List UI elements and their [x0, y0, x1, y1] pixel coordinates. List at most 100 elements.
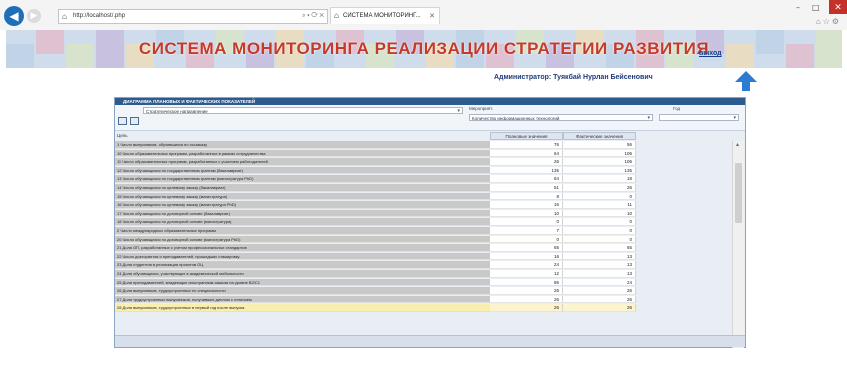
table-row[interactable]: 18 Число обучающихся по договорной основ… [115, 218, 729, 226]
fact-value: 24 [563, 278, 636, 287]
fact-value: 0 [563, 192, 636, 201]
tab-title: СИСТЕМА МОНИТОРИНГ... [343, 13, 421, 19]
table-row[interactable]: 15 Число обучающихся по целевому заказу … [115, 192, 729, 201]
plan-value: 24 [490, 261, 563, 269]
plan-value: 12 [490, 270, 563, 278]
plan-value: 16 [490, 252, 563, 261]
indicator-label: 15 Число обучающихся по целевому заказу … [115, 192, 490, 201]
indicator-label: 11 Число образовательных программ, разра… [115, 158, 490, 166]
home-icon: ⌂ [62, 12, 67, 21]
fact-value: 0 [563, 227, 636, 235]
indicator-label: 17 Число обучающихся по договорной основ… [115, 209, 490, 218]
table-row[interactable]: 24 Доля обучающихся, участвующих в акаде… [115, 270, 729, 278]
chart-panel: ДИАГРАММА ПЛАНОВЫХ И ФАКТИЧЕСКИХ ПОКАЗАТ… [114, 97, 746, 348]
grid-scrollbar[interactable]: ▴ ▾ [732, 141, 744, 348]
plan-value: 10 [490, 209, 563, 218]
table-row[interactable]: 23 Доля студентов в реализации проектов … [115, 261, 729, 269]
gear-icon[interactable]: ⌂☆⚙ [816, 17, 841, 26]
fact-value: 65 [563, 244, 636, 252]
indicator-label: 20 Число обучающихся по договорной основ… [115, 235, 490, 244]
maximize-icon[interactable]: □ [812, 3, 820, 12]
indicators-grid: Цель Плановые значения Фактические значе… [115, 132, 745, 349]
indicator-label: 22 Число докторантов и преподавателей, п… [115, 252, 490, 261]
indicator-label: 26 Доля выпускников, трудоустроенных по … [115, 287, 490, 295]
fact-value: 26 [563, 287, 636, 295]
plan-value: 26 [490, 287, 563, 295]
table-row[interactable]: 11 Число образовательных программ, разра… [115, 158, 729, 166]
filter-toolbar: Стратегическое направление ▾ Мероприят. К… [115, 105, 745, 131]
plan-value: 76 [490, 141, 563, 149]
site-banner: СИСТЕМА МОНИТОРИНГА РЕАЛИЗАЦИИ СТРАТЕГИИ… [6, 30, 842, 68]
search-icon[interactable]: ⌕ ▾ ⟳ ✕ [302, 13, 324, 20]
fact-value: 13 [563, 252, 636, 261]
minimize-icon[interactable]: – [796, 3, 800, 12]
table-row[interactable]: 17 Число обучающихся по договорной основ… [115, 209, 729, 218]
table-row[interactable]: 13 Число обучающихся по государственным … [115, 175, 729, 183]
browser-toolbar: ◀ ▶ ⌂ http://localhost/.php ⌕ ▾ ⟳ ✕ ⌂ СИ… [0, 0, 847, 30]
plan-value: 64 [490, 175, 563, 183]
plan-value: 0 [490, 218, 563, 226]
indicator-label: 16 Число обучающихся по целевому заказу … [115, 201, 490, 209]
exit-link[interactable]: выход [699, 50, 722, 57]
plan-value: 86 [490, 278, 563, 287]
table-row[interactable]: 25 Доля преподавателей, владеющих иностр… [115, 278, 729, 287]
table-row[interactable]: 12 Число обучающихся по государственным … [115, 166, 729, 175]
export-icon[interactable] [130, 117, 139, 125]
plan-column-header[interactable]: Плановые значения [490, 132, 563, 140]
indicator-label: 18 Число обучающихся по договорной основ… [115, 218, 490, 226]
fact-column-header[interactable]: Фактические значения [563, 132, 636, 140]
back-arrow-icon[interactable]: ◀ [4, 6, 24, 26]
indicator-label: 10 Число образовательных программ, разра… [115, 149, 490, 158]
admin-user-label: Администратор: Туякбай Нурлан Бейсенович [494, 74, 653, 81]
window-close-icon[interactable]: ✕ [829, 0, 847, 14]
event-select[interactable]: Количество информационных технологий ▾ [469, 114, 653, 121]
table-row[interactable]: 2 Число международных образовательных пр… [115, 227, 729, 235]
plan-value: 8 [490, 192, 563, 201]
indicator-label: 25 Доля преподавателей, владеющих иностр… [115, 278, 490, 287]
table-row[interactable]: 28 Доля выпускников, трудоустроенных в п… [115, 304, 729, 312]
table-row[interactable]: 21 Доля ОП, разработанных с учетом профе… [115, 244, 729, 252]
indicator-label: 13 Число обучающихся по государственным … [115, 175, 490, 183]
table-row[interactable]: 16 Число обучающихся по целевому заказу … [115, 201, 729, 209]
forward-arrow-icon[interactable]: ▶ [27, 9, 41, 23]
table-row[interactable]: 27 Доля трудоустроенных выпускников, пол… [115, 295, 729, 304]
panel-footer [115, 335, 745, 347]
fact-value: 26 [563, 295, 636, 304]
direction-select[interactable]: Стратегическое направление ▾ [143, 107, 463, 114]
table-row[interactable]: 10 Число образовательных программ, разра… [115, 149, 729, 158]
table-row[interactable]: 26 Доля выпускников, трудоустроенных по … [115, 287, 729, 295]
table-row[interactable]: 1 Число выпускников, обучившихся по госз… [115, 141, 729, 149]
edit-icon[interactable] [118, 117, 127, 125]
indicator-label: 12 Число обучающихся по государственным … [115, 166, 490, 175]
scroll-up-icon[interactable]: ▴ [736, 141, 739, 148]
panel-title: ДИАГРАММА ПЛАНОВЫХ И ФАКТИЧЕСКИХ ПОКАЗАТ… [115, 98, 745, 105]
fact-value: 13 [563, 270, 636, 278]
table-row[interactable]: 20 Число обучающихся по договорной основ… [115, 235, 729, 244]
plan-value: 16 [490, 201, 563, 209]
grid-header-label: Цель [117, 133, 128, 138]
address-bar[interactable]: ⌂ http://localhost/.php ⌕ ▾ ⟳ ✕ [58, 9, 328, 24]
fact-value: 0 [563, 218, 636, 226]
fact-value: 26 [563, 184, 636, 192]
plan-value: 51 [490, 184, 563, 192]
fact-value: 0 [563, 235, 636, 244]
event-label: Мероприят. [469, 106, 494, 111]
plan-value: 65 [490, 244, 563, 252]
plan-value: 26 [490, 304, 563, 312]
fact-value: 10 [563, 209, 636, 218]
fact-value: 13 [563, 261, 636, 269]
fact-value: 26 [563, 304, 636, 312]
plan-value: 26 [490, 158, 563, 166]
indicator-label: 23 Доля студентов в реализации проектов … [115, 261, 490, 269]
scroll-thumb[interactable] [735, 163, 742, 223]
table-row[interactable]: 14 Число обучающихся по целевому заказу … [115, 184, 729, 192]
table-row[interactable]: 22 Число докторантов и преподавателей, п… [115, 252, 729, 261]
plan-value: 135 [490, 166, 563, 175]
year-select[interactable]: ▾ [659, 114, 739, 121]
plan-value: 0 [490, 235, 563, 244]
fact-value: 18 [563, 175, 636, 183]
tab-favicon-icon: ⌂ [334, 11, 339, 20]
browser-tab[interactable]: ⌂ СИСТЕМА МОНИТОРИНГ... ✕ [330, 7, 440, 24]
up-arrow-icon[interactable] [734, 70, 758, 92]
close-icon[interactable]: ✕ [429, 12, 435, 20]
